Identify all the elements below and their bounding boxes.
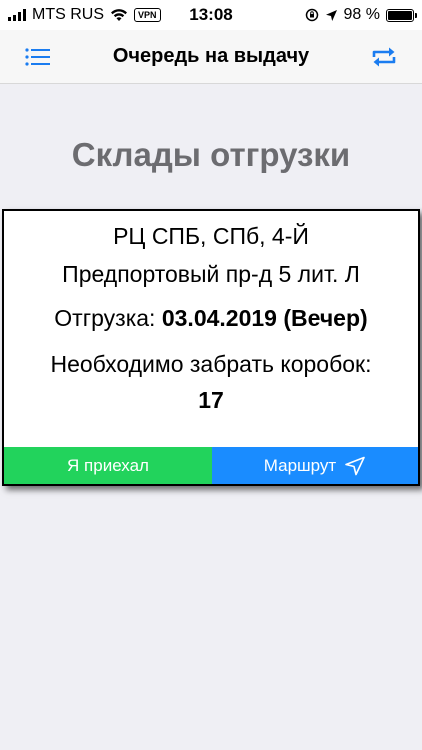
address-line-1: РЦ СПБ, СПб, 4-Й [113,223,309,249]
refresh-button[interactable] [366,39,402,75]
shipment-label: Отгрузка: [54,305,156,331]
navigation-arrow-icon [345,456,366,475]
repeat-icon [372,47,396,66]
status-left: MTS RUS VPN [8,6,161,24]
warehouse-card: РЦ СПБ, СПб, 4-Й Предпортовый пр-д 5 лит… [2,209,420,486]
section-heading: Склады отгрузки [71,136,351,173]
arrived-button-label: Я приехал [67,455,149,475]
card-actions: Я приехал Маршрут [4,447,418,484]
carrier-name: MTS RUS [32,6,104,23]
shipment-date: 03.04.2019 (Вечер) [161,305,368,331]
menu-button[interactable] [20,39,56,75]
address-line-2: Предпортовый пр-д 5 лит. Л [62,261,360,287]
status-right: 98 % [305,6,417,24]
wifi-icon [111,9,127,21]
list-icon [25,47,50,66]
boxes-label: Необходимо забрать коробок: [50,351,372,377]
signal-icon [8,9,26,21]
vpn-badge: VPN [134,8,161,22]
page-title: Очередь на выдачу [112,45,310,67]
route-button[interactable]: Маршрут [212,447,418,484]
battery-percent: 98 % [343,6,380,23]
navigation-bar: Очередь на выдачу [0,30,422,84]
battery-icon [386,8,417,22]
status-bar: MTS RUS VPN 13:08 98 % [0,0,422,30]
arrived-button[interactable]: Я приехал [4,447,212,484]
orientation-lock-icon [305,8,318,22]
location-icon [325,9,337,21]
shipment-info: Отгрузка: 03.04.2019 (Вечер) [4,305,418,332]
boxes-count: 17 [198,387,224,413]
route-button-label: Маршрут [263,455,337,475]
battery-level [388,10,412,20]
